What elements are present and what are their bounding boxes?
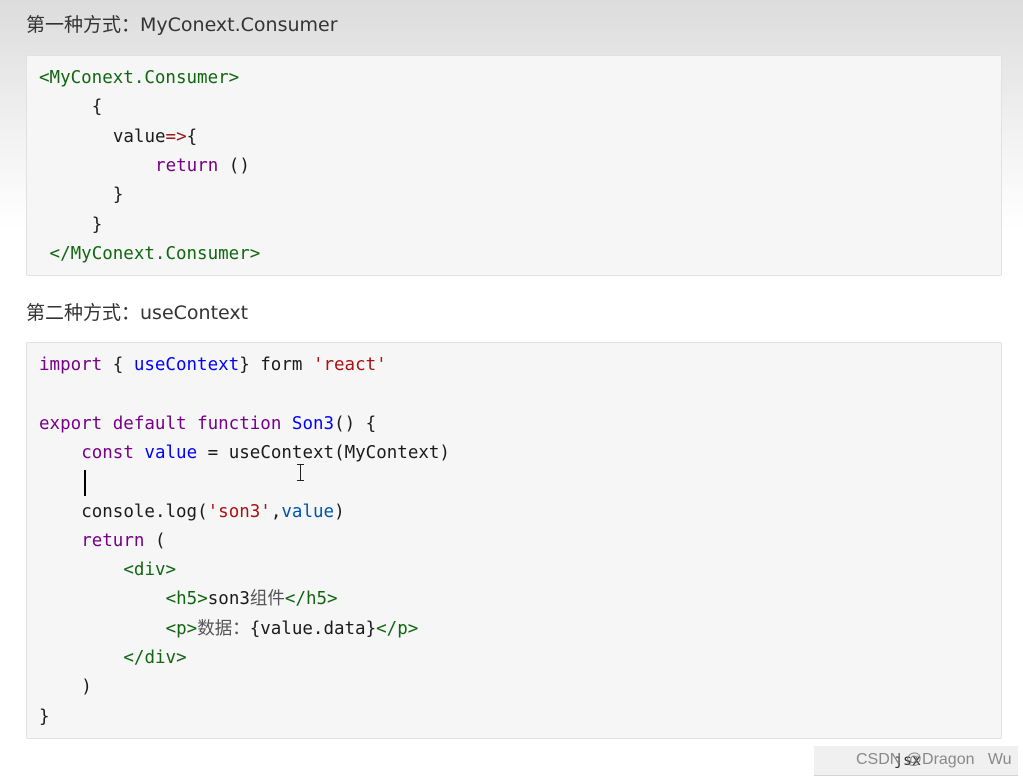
code-token: </MyConext.Consumer> (49, 243, 261, 264)
text-cursor-icon (84, 470, 86, 496)
code-token: </p> (376, 618, 419, 639)
code-line[interactable]: value=>{ (113, 123, 197, 152)
code-line[interactable]: const value = useContext(MyContext) (81, 439, 450, 468)
code-line[interactable]: return ( (81, 527, 165, 556)
code-line[interactable]: <MyConext.Consumer> (39, 64, 239, 93)
code-token: 组件 (249, 589, 285, 610)
code-line[interactable]: </div> (123, 644, 186, 673)
code-token: value (112, 126, 166, 147)
code-token: } form (239, 355, 313, 375)
code-line[interactable]: console.log('son3',value) (81, 498, 344, 527)
ibeam-pointer-icon (297, 464, 305, 481)
code-token: () { (334, 413, 377, 434)
code-token: const (81, 442, 134, 463)
code-token: ) (81, 677, 92, 698)
usecontext-code-block[interactable]: import { useContext} form 'react' export … (26, 342, 1002, 739)
code-token: 数据： (197, 618, 250, 639)
code-token: { (186, 126, 198, 147)
code-token: { (91, 97, 103, 118)
code-token: , (270, 501, 282, 522)
code-token: return (155, 155, 219, 176)
section1-heading: 第一种方式：MyConext.Consumer (26, 14, 338, 36)
code-line[interactable]: <h5>son3组件</h5> (166, 585, 338, 614)
code-token: return (81, 530, 145, 551)
code-token: default (112, 413, 187, 434)
code-line[interactable]: { (92, 93, 103, 122)
code-line[interactable]: return () (155, 152, 250, 181)
code-line[interactable]: } (113, 181, 124, 210)
code-token: {value.data} (249, 618, 377, 639)
code-token: son3 (207, 589, 250, 610)
code-line[interactable]: <p>数据：{value.data}</p> (166, 615, 419, 644)
code-token: { (102, 355, 134, 375)
code-token: import (39, 355, 103, 375)
code-token: </div> (123, 648, 187, 668)
code-token: <div> (123, 560, 177, 581)
code-token: 'son3' (207, 501, 271, 522)
code-token: () (218, 155, 250, 176)
code-token: value (144, 442, 198, 463)
code-line[interactable]: export default function Son3() { (39, 410, 376, 439)
code-token: } (91, 214, 103, 235)
code-token: export (39, 413, 103, 434)
consumer-code-block[interactable]: <MyConext.Consumer>{value=>{return ()}} <… (26, 55, 1002, 276)
code-token: ) (334, 501, 345, 522)
code-token: </h5> (284, 589, 338, 610)
code-token: = useContext(MyContext) (197, 442, 450, 463)
code-token: console.log( (81, 501, 208, 522)
video-watermark-overlay (800, 4, 1023, 44)
code-token: <h5> (165, 589, 208, 610)
code-line[interactable]: import { useContext} form 'react' (39, 351, 387, 380)
code-token: value (281, 501, 335, 522)
code-token: <MyConext.Consumer> (39, 68, 240, 88)
code-token: Son3 (291, 413, 335, 434)
code-token: 'react' (312, 355, 387, 375)
code-line[interactable]: <div> (123, 556, 176, 585)
code-line[interactable]: } (39, 703, 50, 732)
code-token: function (197, 413, 282, 434)
code-line[interactable]: } (92, 211, 103, 240)
code-token: } (112, 185, 124, 206)
code-token: => (165, 126, 187, 147)
code-line[interactable]: ) (81, 673, 92, 702)
code-line[interactable]: </MyConext.Consumer> (50, 240, 261, 269)
section2-heading: 第二种方式：useContext (26, 302, 249, 324)
code-token: } (39, 706, 50, 727)
code-token: ( (144, 530, 166, 551)
csdn-watermark: CSDN @Dragon Wu (856, 751, 1012, 768)
code-token: <p> (165, 618, 198, 639)
code-token: useContext (133, 355, 240, 375)
